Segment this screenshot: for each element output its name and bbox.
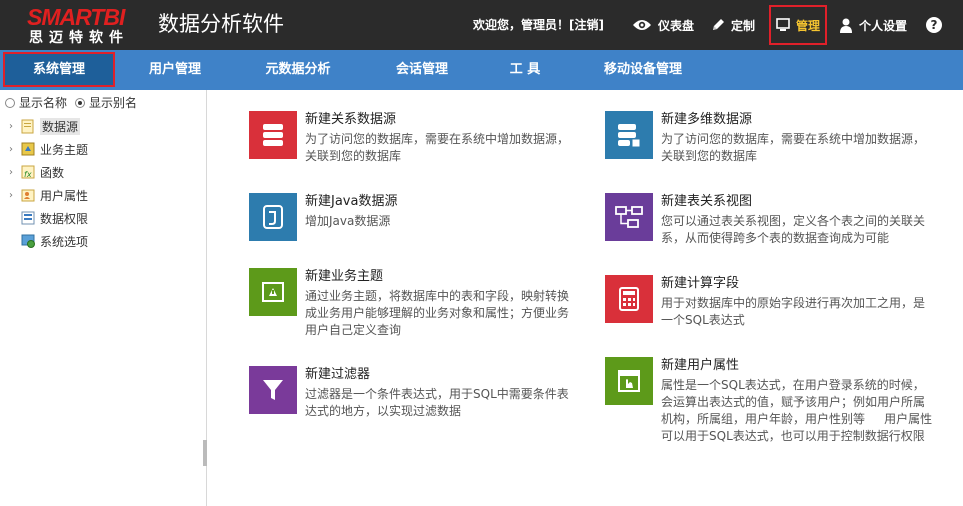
folder-doc-icon [21,119,34,134]
tab-session-management[interactable]: 会话管理 [377,50,467,90]
function-icon: fx [21,165,35,179]
card-title: 新建业务主题 [305,269,384,284]
database-icon [249,111,297,159]
card-description: 过滤器是一个条件表达式，用于SQL中需要条件表达式的地方，以实现过滤数据 [305,387,569,418]
tab-system-management[interactable]: 系统管理 [3,52,115,87]
card-description: 增加Java数据源 [305,214,391,228]
logo: SMARTBI 思迈特软件 [27,5,147,47]
expand-arrow-icon[interactable]: › [6,121,16,132]
user-attribute-tile-icon [605,357,653,405]
table-relation-icon [605,193,653,241]
customize-label: 定制 [731,18,756,33]
java-icon [249,193,297,241]
user-icon [840,18,852,33]
radio-show-alias[interactable] [75,97,86,108]
tree-item-label: 函数 [40,165,65,180]
monitor-icon [776,18,790,31]
expand-arrow-icon[interactable]: › [6,167,16,178]
business-theme-icon [21,142,35,156]
display-mode-radios: 显示名称 显示别名 [5,94,137,111]
business-theme-tile-icon [249,268,297,316]
logo-wordmark: SMARTBI [27,4,125,30]
system-options-icon [21,234,35,248]
radio-show-alias-label: 显示别名 [89,96,138,110]
top-header: SMARTBI 思迈特软件 数据分析软件 欢迎您，管理员！[注销] 仪表盘 定制… [0,0,963,50]
radio-show-name[interactable] [5,97,15,108]
tree-item-business-theme[interactable]: › 业务主题 [6,139,88,159]
expand-arrow-icon[interactable]: › [6,190,16,201]
calculator-icon [605,275,653,323]
radio-show-name-label: 显示名称 [19,96,68,110]
tree-item-label: 系统选项 [40,234,89,249]
card-title: 新建Java数据源 [305,194,398,209]
customize-button[interactable]: 定制 [711,13,755,37]
user-attr-icon [21,189,35,202]
logo-subtitle: 思迈特软件 [29,30,129,46]
expand-arrow-icon[interactable]: › [6,144,16,155]
tree-item-data-permission[interactable]: › 数据权限 [6,208,88,228]
card-description: 您可以通过表关系视图，定义各个表之间的关联关系，从而使得跨多个表的数据查询成为可… [661,214,926,245]
personal-settings-button[interactable]: 个人设置 [839,13,907,37]
card-title: 新建关系数据源 [305,112,397,127]
manage-label: 管理 [795,18,820,33]
pencil-icon [713,19,724,30]
card-title: 新建过滤器 [305,367,371,382]
tree-item-system-options[interactable]: › 系统选项 [6,231,88,251]
tree-item-label: 业务主题 [40,142,89,157]
card-title: 新建表关系视图 [661,194,753,209]
logout-link[interactable]: 注销 [575,18,599,32]
dashboard-button[interactable]: 仪表盘 [632,13,694,37]
dashboard-label: 仪表盘 [658,18,695,33]
card-description: 通过业务主题，将数据库中的表和字段，映射转换成业务用户能够理解的业务对象和属性；… [305,289,570,337]
card-description: 属性是一个SQL表达式，在用户登录系统的时候，会运算出表达式的值，赋予该用户；例… [661,378,933,443]
tab-tools[interactable]: 工 具 [495,50,555,90]
tree-item-label: 数据源 [40,117,81,135]
card-title: 新建计算字段 [661,276,740,291]
card-description: 为了访问您的数据库，需要在系统中增加数据源，关联到您的数据库 [661,132,926,163]
panel-splitter[interactable] [203,440,207,466]
sidebar: 显示名称 显示别名 › 数据源 › 业务主题 › fx 函数 › 用户属性 数据… [0,90,207,506]
card-description: 用于对数据库中的原始字段进行再次加工之用，是一个SQL表达式 [661,296,926,327]
data-permission-icon [21,211,35,225]
tab-metadata-analysis[interactable]: 元数据分析 [248,50,348,90]
tree-item-label: 用户属性 [40,188,89,203]
card-title: 新建用户属性 [661,358,740,373]
tree-item-user-attributes[interactable]: › 用户属性 [6,185,88,205]
app-title: 数据分析软件 [158,12,284,36]
svg-text:fx: fx [24,170,32,179]
card-title: 新建多维数据源 [661,112,753,127]
tree-item-datasource[interactable]: › 数据源 [6,116,81,136]
tree-item-functions[interactable]: › fx 函数 [6,162,64,182]
welcome-label: 欢迎您，管理员！[ [473,18,575,32]
olap-database-icon [605,111,653,159]
manage-button[interactable]: 管理 [769,5,827,45]
eye-icon [633,20,651,30]
filter-icon [249,366,297,414]
card-description: 为了访问您的数据库，需要在系统中增加数据源，关联到您的数据库 [305,132,570,163]
tree-item-label: 数据权限 [40,211,89,226]
help-icon[interactable]: ? [926,17,942,33]
tab-mobile-device-management[interactable]: 移动设备管理 [588,50,698,90]
welcome-text: 欢迎您，管理员！[注销] [473,17,604,33]
tab-user-management[interactable]: 用户管理 [130,50,220,90]
main-nav: 系统管理 用户管理 元数据分析 会话管理 工 具 移动设备管理 [0,50,963,90]
welcome-close: ] [598,18,604,32]
personal-settings-label: 个人设置 [859,18,908,33]
